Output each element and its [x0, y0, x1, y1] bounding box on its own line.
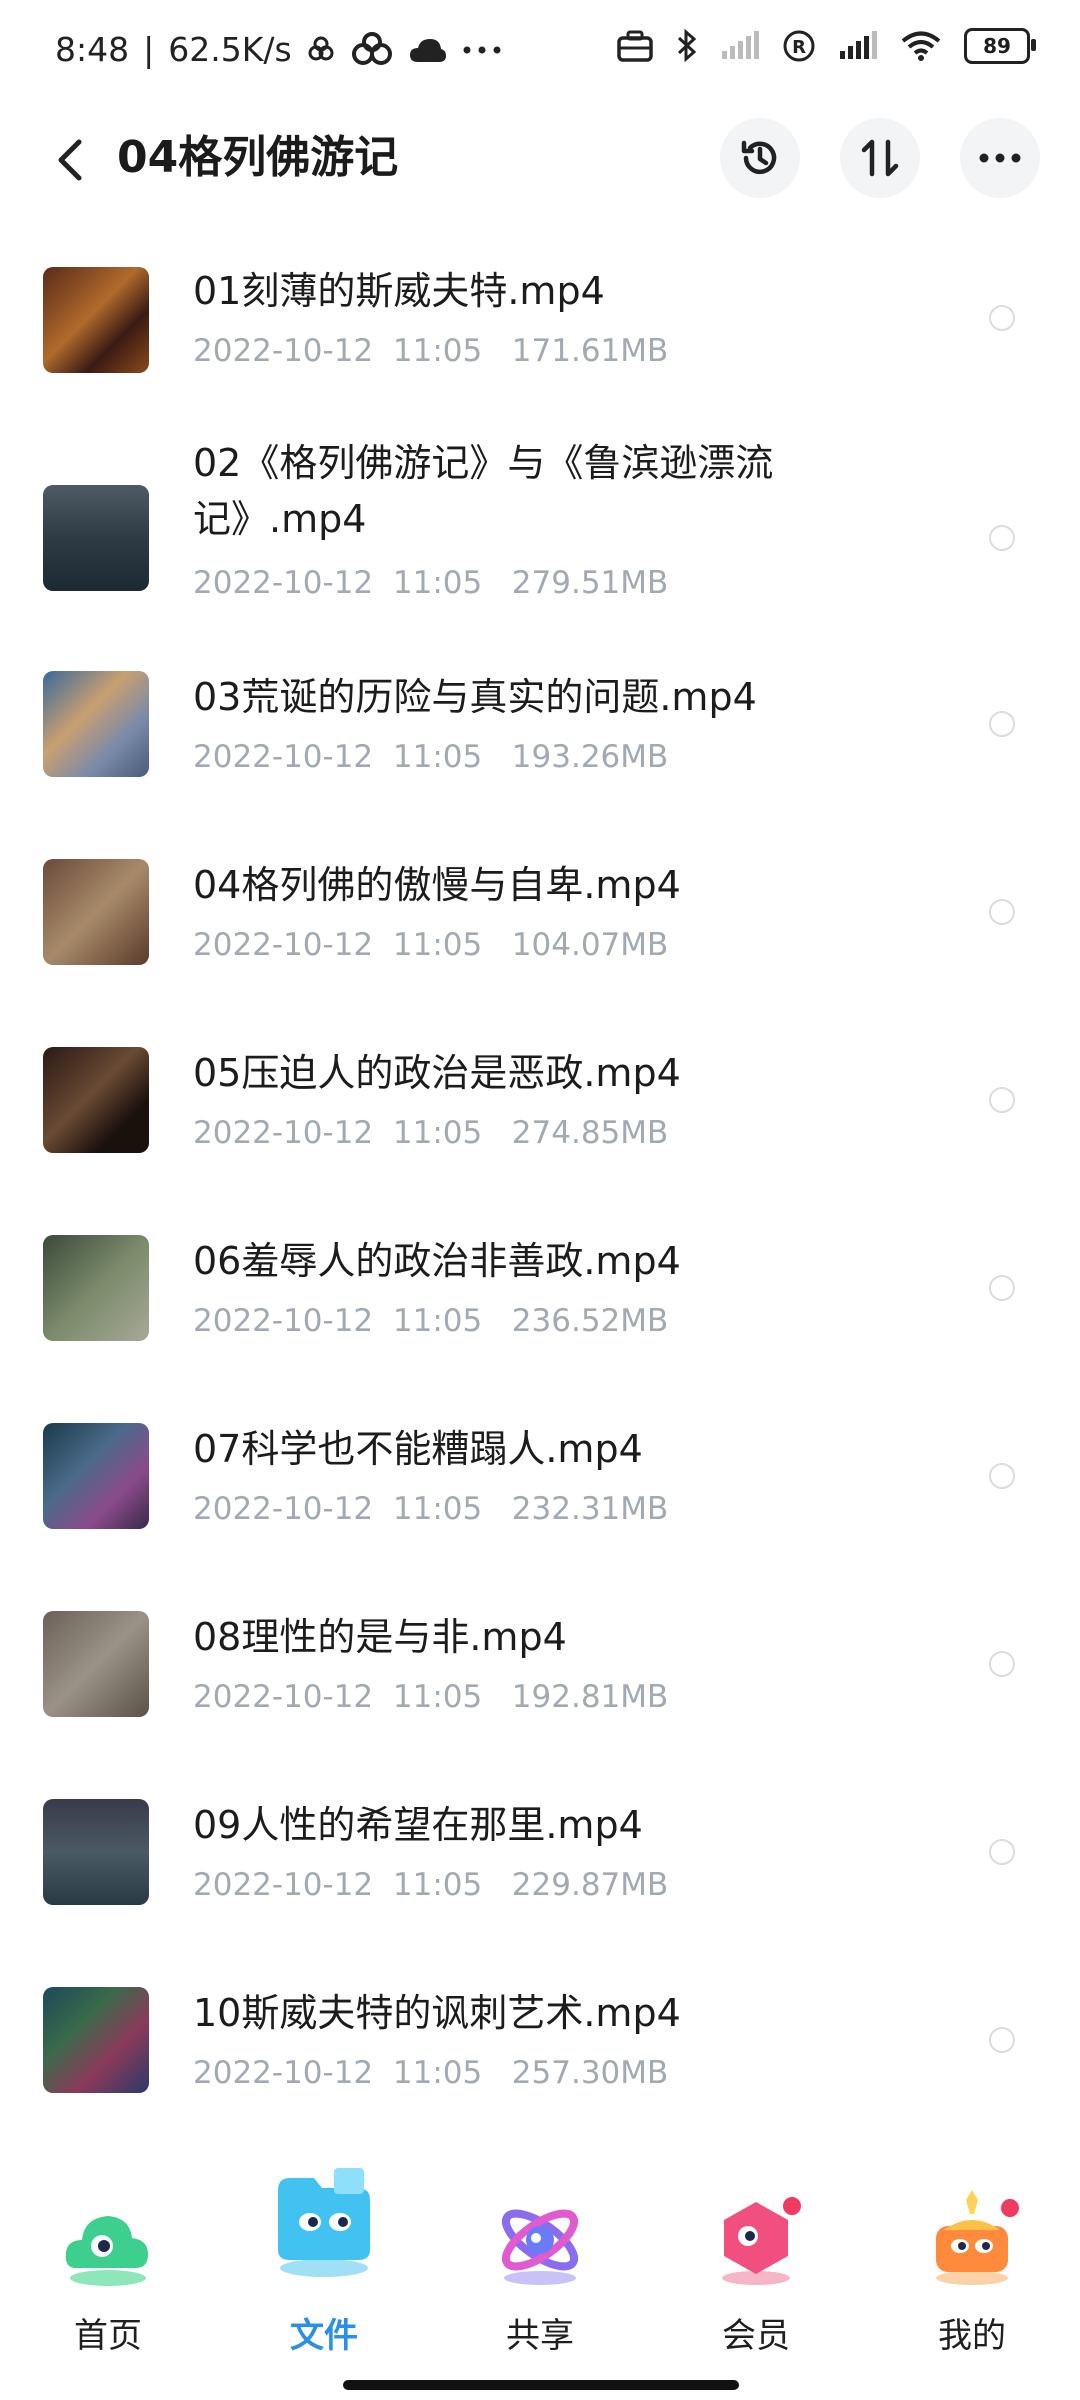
- file-name: 05压迫人的政治是恶政.mp4: [193, 1051, 681, 1095]
- file-meta: 2022-10-12 11:05 229.87MB: [193, 1867, 669, 1903]
- file-row[interactable]: 05压迫人的政治是恶政.mp4 2022-10-12 11:05 274.85M…: [0, 1017, 1080, 1205]
- file-name: 09人性的希望在那里.mp4: [193, 1803, 643, 1847]
- select-radio[interactable]: [989, 525, 1015, 551]
- signal-icon: [838, 31, 878, 61]
- battery-level: 89: [983, 34, 1011, 58]
- video-thumbnail: [43, 485, 149, 591]
- status-left: 8:48 | 62.5K/s: [55, 30, 502, 69]
- video-thumbnail: [43, 1423, 149, 1529]
- video-thumbnail: [43, 267, 149, 373]
- files-folder-icon: [278, 2168, 370, 2277]
- nav-files[interactable]: 文件: [234, 2168, 414, 2370]
- file-row[interactable]: 10斯威夫特的讽刺艺术.mp4 2022-10-12 11:05 257.30M…: [0, 1957, 1080, 2145]
- roaming-icon: R: [782, 29, 816, 63]
- nav-home-label: 首页: [74, 2316, 142, 2356]
- nav-member[interactable]: 会员: [666, 2170, 846, 2370]
- video-thumbnail: [43, 1611, 149, 1717]
- app-notification-icon: [306, 35, 336, 65]
- sort-button[interactable]: [840, 118, 920, 198]
- svg-text:R: R: [792, 37, 806, 58]
- file-name: 08理性的是与非.mp4: [193, 1615, 567, 1659]
- file-name: 03荒诞的历险与真实的问题.mp4: [193, 675, 757, 719]
- home-cloud-icon: [65, 2216, 148, 2286]
- select-radio[interactable]: [989, 1651, 1015, 1677]
- file-list: 01刻薄的斯威夫特.mp4 2022-10-12 11:05 171.61MB …: [0, 225, 1080, 2145]
- select-radio[interactable]: [989, 1275, 1015, 1301]
- network-speed: 62.5K/s: [168, 30, 292, 69]
- file-row[interactable]: 03荒诞的历险与真实的问题.mp4 2022-10-12 11:05 193.2…: [0, 641, 1080, 829]
- status-right: R 89: [616, 28, 1036, 64]
- video-thumbnail: [43, 1235, 149, 1341]
- nav-files-label: 文件: [290, 2316, 358, 2356]
- sort-icon: [861, 139, 899, 177]
- home-indicator[interactable]: [343, 2380, 739, 2390]
- video-thumbnail: [43, 1047, 149, 1153]
- briefcase-icon: [616, 29, 654, 63]
- file-name: 01刻薄的斯威夫特.mp4: [193, 269, 605, 313]
- more-button[interactable]: [960, 118, 1040, 198]
- nav-member-label: 会员: [722, 2316, 790, 2356]
- history-icon: [741, 140, 777, 175]
- select-radio[interactable]: [989, 899, 1015, 925]
- file-meta: 2022-10-12 11:05 171.61MB: [193, 333, 669, 369]
- file-name: 06羞辱人的政治非善政.mp4: [193, 1239, 681, 1283]
- file-name: 02《格列佛游记》与《鲁滨逊漂流记》.mp4: [193, 441, 774, 541]
- file-meta: 2022-10-12 11:05 232.31MB: [193, 1491, 669, 1527]
- app-header: 04格列佛游记: [0, 110, 1080, 210]
- file-meta: 2022-10-12 11:05 279.51MB: [193, 565, 669, 601]
- history-button[interactable]: [720, 118, 800, 198]
- file-meta: 2022-10-12 11:05 192.81MB: [193, 1679, 669, 1715]
- file-meta: 2022-10-12 11:05 104.07MB: [193, 927, 669, 963]
- file-row[interactable]: 07科学也不能糟蹋人.mp4 2022-10-12 11:05 232.31MB: [0, 1393, 1080, 1581]
- file-row[interactable]: 06羞辱人的政治非善政.mp4 2022-10-12 11:05 236.52M…: [0, 1205, 1080, 1393]
- video-thumbnail: [43, 859, 149, 965]
- select-radio[interactable]: [989, 1839, 1015, 1865]
- file-meta: 2022-10-12 11:05 193.26MB: [193, 739, 669, 775]
- nav-share[interactable]: 共享: [450, 2170, 630, 2370]
- file-row[interactable]: 09人性的希望在那里.mp4 2022-10-12 11:05 229.87MB: [0, 1769, 1080, 1957]
- wifi-icon: [900, 30, 942, 62]
- file-meta: 2022-10-12 11:05 257.30MB: [193, 2055, 669, 2091]
- file-row[interactable]: 01刻薄的斯威夫特.mp4 2022-10-12 11:05 171.61MB: [0, 225, 1080, 413]
- select-radio[interactable]: [989, 2027, 1015, 2053]
- select-radio[interactable]: [989, 305, 1015, 331]
- signal-weak-icon: [720, 31, 760, 61]
- bluetooth-icon: [676, 28, 698, 64]
- bottom-nav: 首页 文件 共享 会员 我的: [0, 2168, 1080, 2400]
- video-thumbnail: [43, 1987, 149, 2093]
- more-status-icon: [462, 45, 502, 55]
- file-name: 07科学也不能糟蹋人.mp4: [193, 1427, 643, 1471]
- battery-indicator: 89: [964, 28, 1036, 64]
- nav-share-label: 共享: [506, 2316, 574, 2356]
- nav-home[interactable]: 首页: [18, 2170, 198, 2370]
- select-radio[interactable]: [989, 711, 1015, 737]
- profile-icon: [936, 2190, 1019, 2285]
- select-radio[interactable]: [989, 1087, 1015, 1113]
- baidu-icon: [350, 31, 394, 68]
- page-title: 04格列佛游记: [117, 132, 399, 183]
- file-meta: 2022-10-12 11:05 236.52MB: [193, 1303, 669, 1339]
- file-name: 04格列佛的傲慢与自卑.mp4: [193, 863, 681, 907]
- file-name: 10斯威夫特的讽刺艺术.mp4: [193, 1991, 681, 2035]
- select-radio[interactable]: [989, 1463, 1015, 1489]
- more-icon: [979, 153, 1021, 163]
- video-thumbnail: [43, 1799, 149, 1905]
- back-button[interactable]: [42, 132, 98, 188]
- cloud-icon: [408, 36, 448, 64]
- share-atom-icon: [501, 2209, 579, 2285]
- file-row[interactable]: 02《格列佛游记》与《鲁滨逊漂流记》.mp4 2022-10-12 11:05 …: [0, 413, 1080, 641]
- back-icon: [58, 139, 82, 181]
- nav-profile-label: 我的: [938, 2316, 1006, 2356]
- file-row[interactable]: 04格列佛的傲慢与自卑.mp4 2022-10-12 11:05 104.07M…: [0, 829, 1080, 1017]
- status-bar: 8:48 | 62.5K/s R 89: [0, 0, 1080, 100]
- video-thumbnail: [43, 671, 149, 777]
- nav-profile[interactable]: 我的: [882, 2170, 1062, 2370]
- file-row[interactable]: 08理性的是与非.mp4 2022-10-12 11:05 192.81MB: [0, 1581, 1080, 1769]
- status-time: 8:48: [55, 30, 130, 69]
- member-icon: [722, 2197, 801, 2285]
- file-meta: 2022-10-12 11:05 274.85MB: [193, 1115, 669, 1151]
